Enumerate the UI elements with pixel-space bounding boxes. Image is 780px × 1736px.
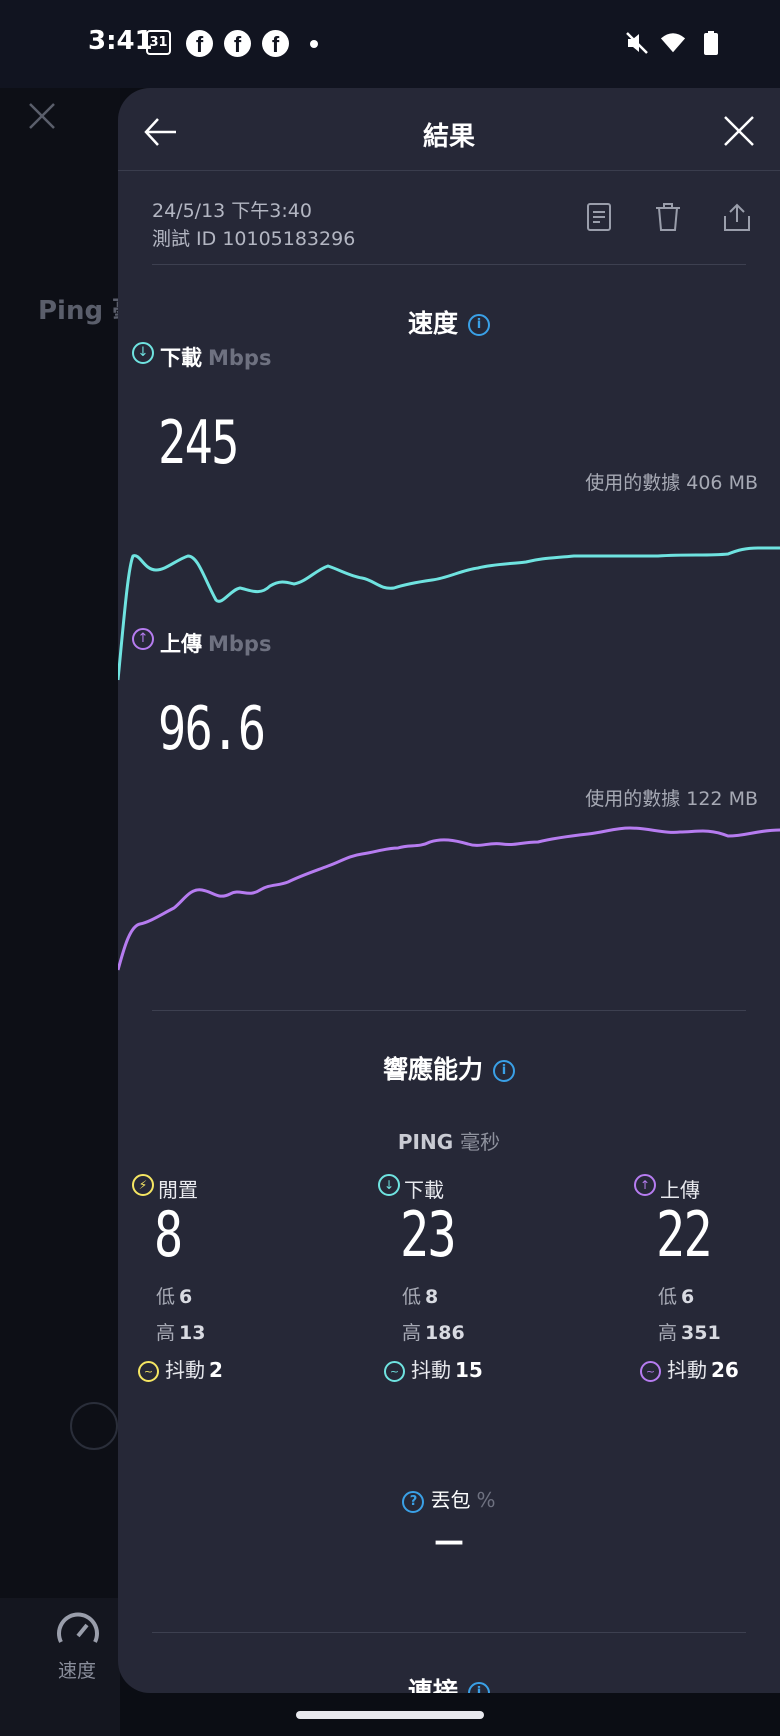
download-label-text: 下載 (160, 346, 202, 370)
speed-section-title: 速度 i (118, 304, 780, 340)
upload-data-used: 使用的數據 122 MB (585, 788, 758, 810)
document-icon[interactable] (586, 202, 612, 232)
responsiveness-title: 響應能力 (382, 1055, 483, 1084)
jitter-value: 15 (455, 1358, 483, 1382)
connection-title: 連接 (407, 1677, 458, 1693)
idle-low: 低6 (156, 1282, 192, 1309)
nav-speed-label: 速度 (58, 1660, 97, 1682)
download-arrow-icon: ↓ (132, 342, 154, 364)
idle-high: 高 13 (156, 1318, 205, 1345)
high-label: 高 (658, 1322, 678, 1344)
upload-ping-value: 22 (656, 1198, 713, 1271)
high-value: 13 (179, 1322, 206, 1344)
test-id: 測試 ID 10105183296 (152, 228, 356, 250)
packet-loss-heading: ? 丟包% (118, 1484, 780, 1513)
background-app (0, 88, 120, 1736)
background-wifi-icon (70, 1402, 118, 1450)
upload-low: 低6 (658, 1282, 694, 1309)
test-date: 24/5/13 下午3:40 (152, 200, 312, 222)
upload-arrow-icon: ↑ (634, 1174, 656, 1196)
jitter-icon: ~ (640, 1361, 661, 1382)
section-divider (152, 1010, 746, 1011)
download-speed-line (118, 546, 780, 681)
jitter-icon: ~ (384, 1361, 405, 1382)
download-arrow-icon: ↓ (378, 1174, 400, 1196)
upload-speed-graph (118, 826, 780, 971)
low-value: 6 (179, 1286, 193, 1308)
speed-title: 速度 (407, 309, 458, 338)
trash-icon[interactable] (654, 202, 682, 232)
low-label: 低 (402, 1286, 422, 1308)
facebook-icon: f (224, 30, 251, 57)
mute-icon (626, 32, 648, 54)
upload-unit: Mbps (208, 632, 272, 656)
packet-loss-unit: % (476, 1488, 496, 1512)
ping-unit: 毫秒 (460, 1130, 501, 1154)
upload-speed-line (118, 826, 780, 971)
jitter-value: 26 (711, 1358, 739, 1382)
close-icon[interactable] (722, 114, 756, 148)
download-jitter: ~ 抖動 15 (384, 1354, 483, 1383)
calendar-icon: 31 (146, 30, 171, 55)
idle-jitter: ~ 抖動 2 (138, 1354, 223, 1383)
download-data-used: 使用的數據 406 MB (585, 472, 758, 494)
ping-heading: PING 毫秒 (118, 1126, 780, 1155)
wifi-icon (660, 33, 686, 53)
result-sheet: 結果 24/5/13 下午3:40 測試 ID 10105183296 速度 i … (118, 88, 780, 1693)
high-value: 186 (425, 1322, 465, 1344)
high-label: 高 (402, 1322, 422, 1344)
high-value: 351 (681, 1322, 721, 1344)
home-indicator[interactable] (296, 1711, 484, 1719)
ping-label: PING (397, 1130, 454, 1154)
download-unit: Mbps (208, 346, 272, 370)
download-low: 低8 (402, 1282, 438, 1309)
download-value: 245 (158, 408, 239, 478)
facebook-icon: f (262, 30, 289, 57)
help-icon[interactable]: ? (402, 1490, 425, 1513)
battery-icon (704, 31, 718, 55)
notification-dot-icon (310, 40, 318, 48)
idle-icon: ⚡ (132, 1174, 154, 1196)
idle-ping-value: 8 (154, 1198, 183, 1271)
jitter-icon: ~ (138, 1361, 159, 1382)
status-time: 3:41 (88, 26, 153, 56)
download-label: 下載 Mbps (160, 342, 271, 372)
upload-arrow-icon: ↑ (132, 628, 154, 650)
jitter-label: 抖動 (165, 1358, 205, 1382)
download-high: 高 186 (402, 1318, 465, 1345)
connection-section-title: 連接 i (118, 1672, 780, 1693)
background-close-icon (29, 103, 55, 129)
jitter-label: 抖動 (411, 1358, 451, 1382)
upload-label: 上傳 Mbps (160, 628, 271, 658)
responsiveness-section-title: 響應能力 i (118, 1050, 780, 1086)
info-icon[interactable]: i (493, 1060, 515, 1082)
page-title: 結果 (422, 122, 475, 152)
upload-high: 高 351 (658, 1318, 721, 1345)
upload-value: 96.6 (158, 694, 266, 764)
upload-label-text: 上傳 (160, 632, 202, 656)
info-icon[interactable]: i (468, 1682, 490, 1693)
upload-jitter: ~ 抖動 26 (640, 1354, 739, 1383)
low-label: 低 (658, 1286, 678, 1308)
high-label: 高 (156, 1322, 176, 1344)
share-icon[interactable] (722, 202, 752, 232)
download-speed-graph (118, 546, 780, 681)
packet-loss-label: 丟包 (430, 1488, 471, 1512)
low-value: 8 (425, 1286, 439, 1308)
info-icon[interactable]: i (468, 314, 490, 336)
low-label: 低 (156, 1286, 176, 1308)
packet-loss-value: — (434, 1524, 464, 1559)
download-ping-value: 23 (400, 1198, 457, 1271)
facebook-icon: f (186, 30, 213, 57)
jitter-label: 抖動 (667, 1358, 707, 1382)
low-value: 6 (681, 1286, 695, 1308)
status-bar: 3:41 31 f f f (0, 0, 780, 88)
section-divider (152, 1632, 746, 1633)
speed-gauge-icon (57, 1612, 99, 1643)
meta-divider (152, 264, 746, 265)
jitter-value: 2 (209, 1358, 223, 1382)
header-divider (118, 170, 780, 171)
